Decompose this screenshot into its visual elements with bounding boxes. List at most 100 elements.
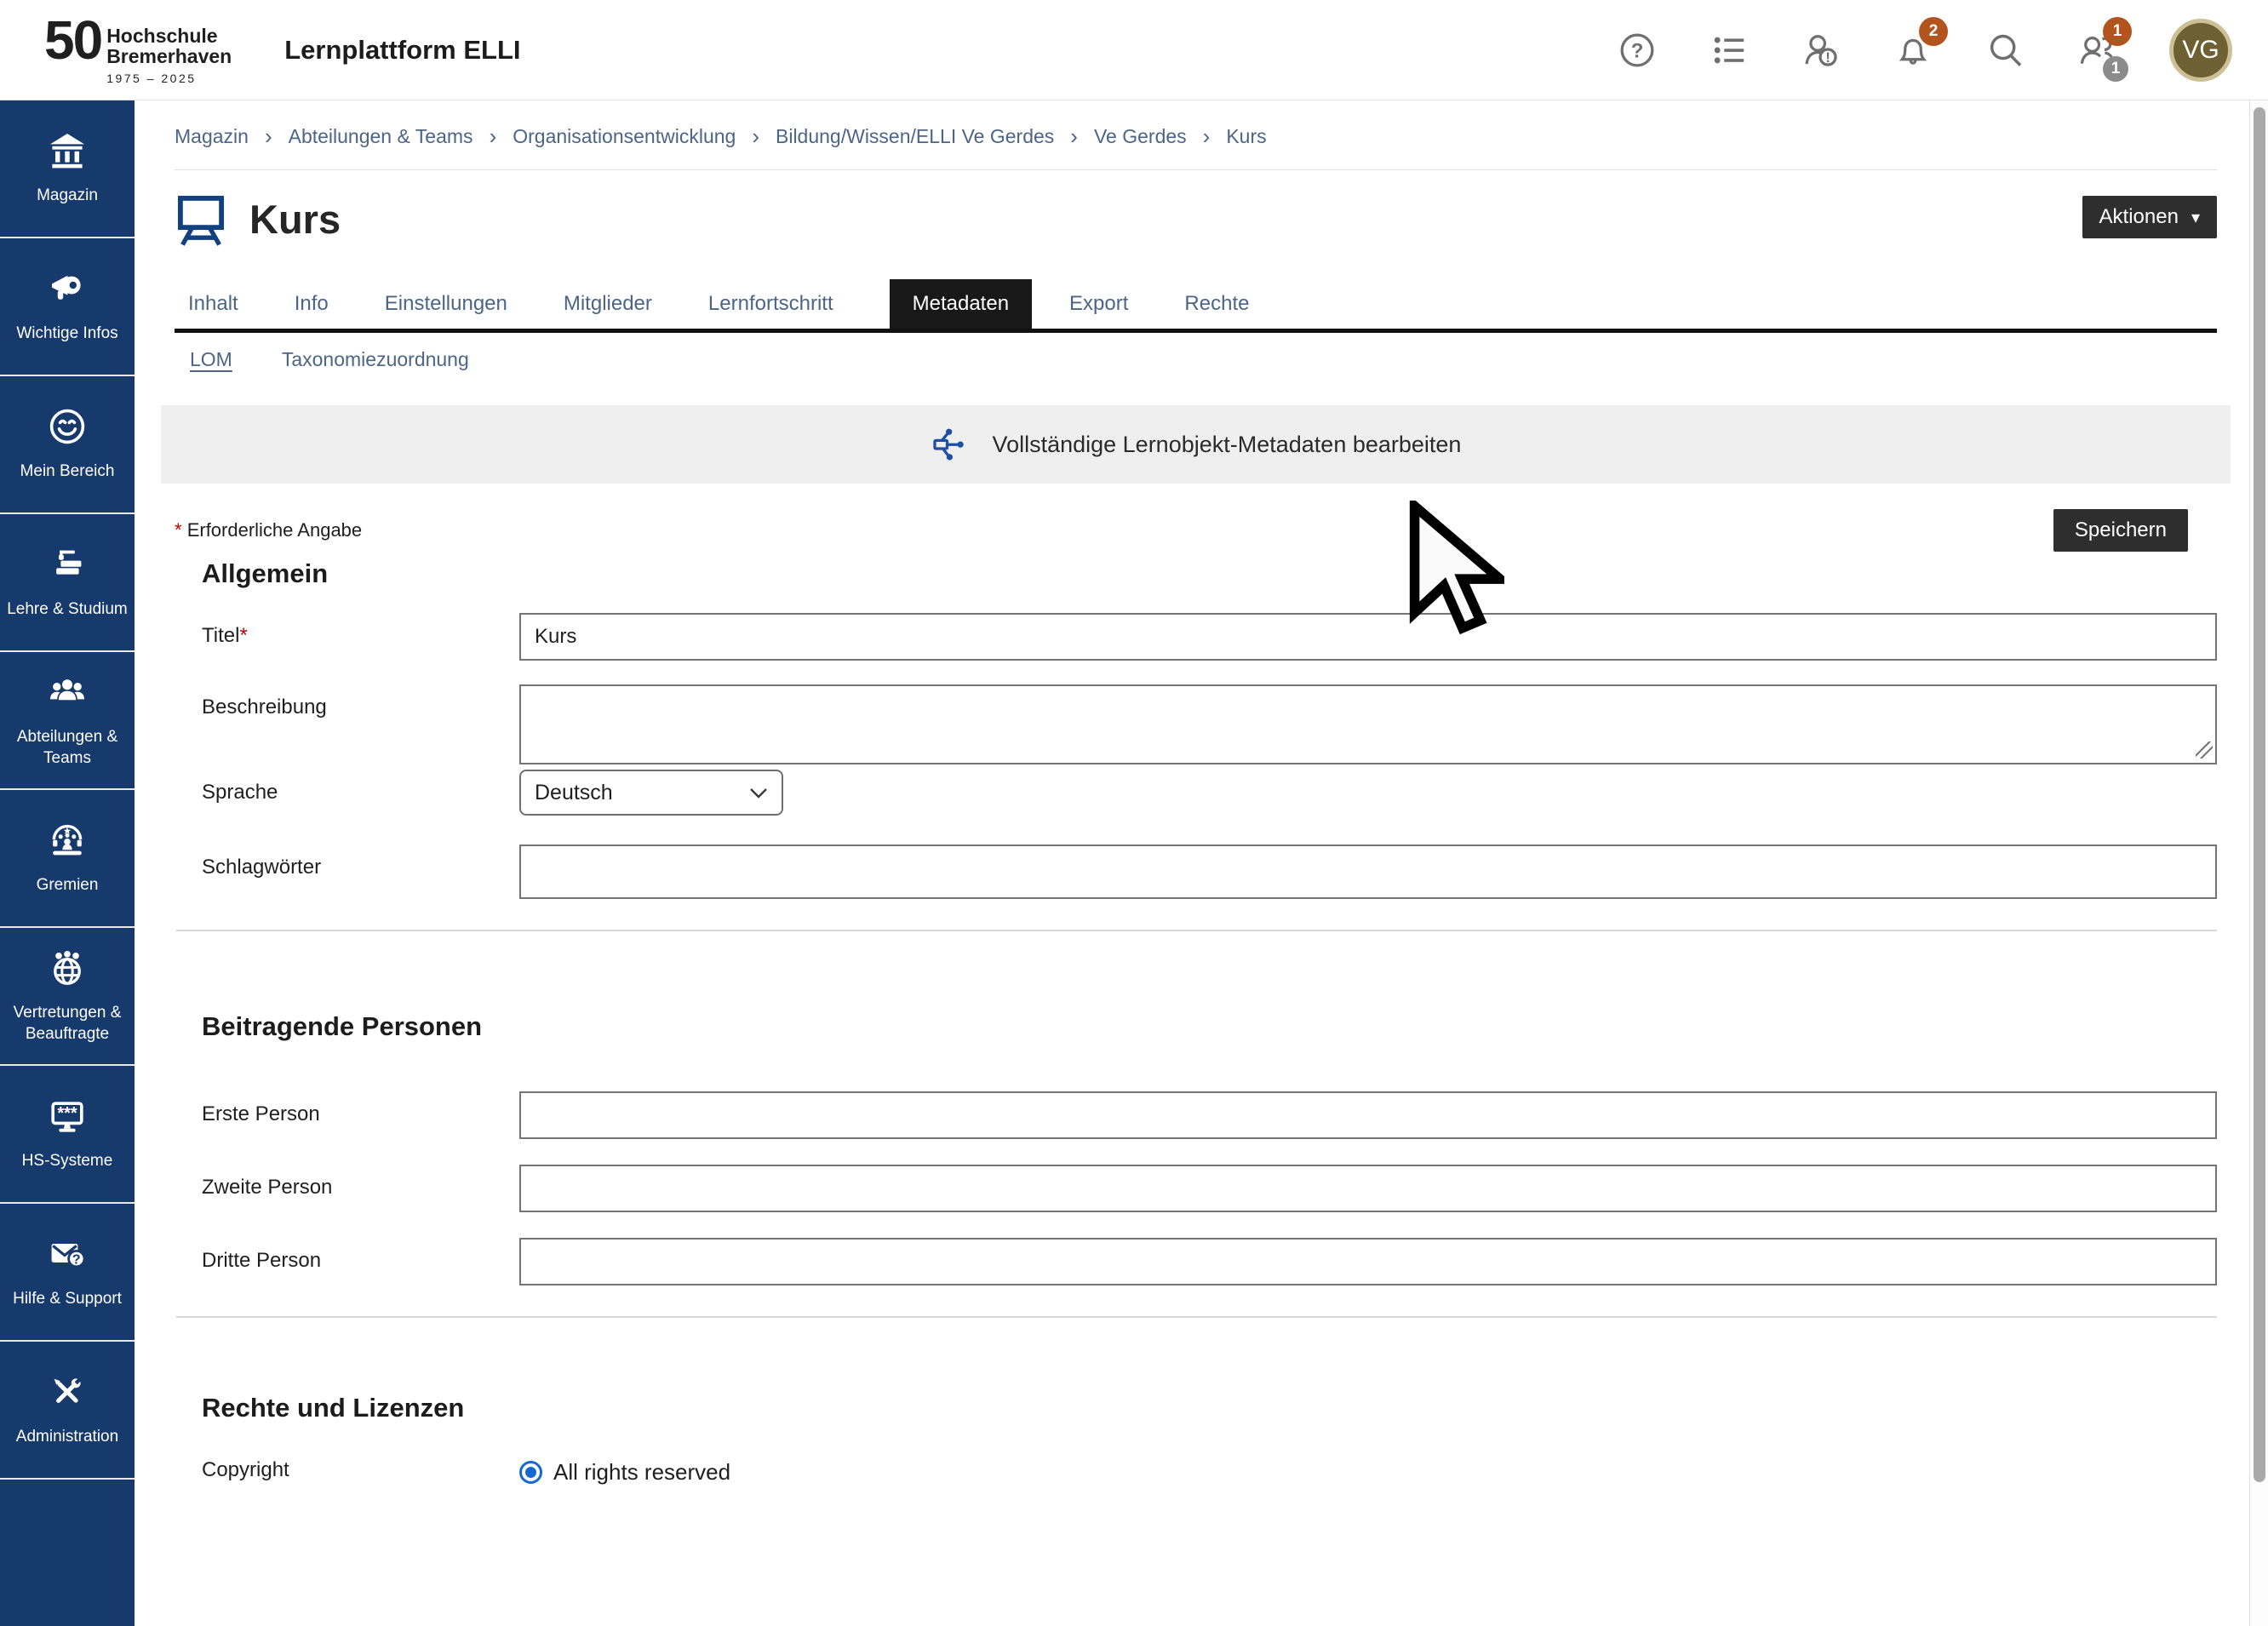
tab-export[interactable]: Export	[1069, 279, 1128, 329]
zweite-person-input[interactable]	[519, 1165, 2217, 1212]
tab-metadaten[interactable]: Metadaten	[890, 279, 1032, 329]
tab-lernfortschritt[interactable]: Lernfortschritt	[708, 279, 833, 329]
sidebar-item-hilfe-support[interactable]: ? Hilfe & Support	[0, 1204, 135, 1342]
sidebar-item-mein-bereich[interactable]: Mein Bereich	[0, 376, 135, 514]
tools-icon	[47, 1371, 88, 1417]
section-heading-allgemein: Allgemein	[175, 558, 2217, 589]
sprache-label: Sprache	[175, 770, 519, 804]
breadcrumb-bildung-wissen[interactable]: Bildung/Wissen/ELLI Ve Gerdes	[776, 125, 1054, 148]
save-button[interactable]: Speichern	[2053, 509, 2188, 552]
sidebar-item-lehre-studium[interactable]: Lehre & Studium	[0, 514, 135, 652]
sidebar-item-label: Administration	[14, 1427, 121, 1447]
breadcrumb-kurs[interactable]: Kurs	[1226, 125, 1266, 148]
actions-button[interactable]: Aktionen ▾	[2082, 196, 2217, 238]
copyright-radio-all-rights-reserved[interactable]	[519, 1461, 542, 1484]
main-content: Magazin › Abteilungen & Teams › Organisa…	[135, 0, 2268, 1486]
edit-full-metadata-banner[interactable]: Vollständige Lernobjekt-Metadaten bearbe…	[161, 405, 2231, 484]
sprache-select[interactable]: Deutsch	[519, 770, 783, 816]
chevron-right-icon: ›	[490, 123, 497, 150]
schlagwoerter-label: Schlagwörter	[175, 844, 519, 879]
sidebar-item-label: Magazin	[34, 186, 100, 206]
form-row-titel: Titel*	[175, 613, 2217, 661]
sidebar-item-hs-systeme[interactable]: *** HS-Systeme	[0, 1066, 135, 1204]
banner-label: Vollständige Lernobjekt-Metadaten bearbe…	[993, 432, 1462, 458]
notifications-bell-icon[interactable]: 2	[1893, 31, 1933, 70]
user-status-icon[interactable]: !	[1801, 31, 1841, 70]
titel-input[interactable]	[519, 613, 2217, 661]
beschreibung-textarea[interactable]	[519, 684, 2217, 764]
tab-info[interactable]: Info	[295, 279, 329, 329]
required-save-row: * Erforderliche Angabe Speichern	[175, 509, 2217, 552]
breadcrumb-organisationsentwicklung[interactable]: Organisationsentwicklung	[513, 125, 736, 148]
avatar[interactable]: VG	[2169, 19, 2232, 82]
breadcrumb-abteilungen-teams[interactable]: Abteilungen & Teams	[289, 125, 473, 148]
course-board-icon	[175, 191, 227, 247]
logo-name-line1: Hochschule	[106, 26, 232, 47]
form-row-schlagwoerter: Schlagwörter	[175, 844, 2217, 899]
app-title: Lernplattform ELLI	[284, 35, 520, 66]
form-row-beschreibung: Beschreibung	[175, 684, 2217, 764]
copyright-label: Copyright	[175, 1447, 519, 1482]
page-title: Kurs	[249, 196, 341, 243]
sidebar-filler	[0, 1480, 135, 1626]
sidebar-item-label: Vertretungen & Beauftragte	[0, 1003, 135, 1045]
sidebar-item-vertretungen[interactable]: Vertretungen & Beauftragte	[0, 928, 135, 1066]
caret-down-icon: ▾	[2191, 207, 2200, 228]
chevron-right-icon: ›	[1070, 123, 1078, 150]
vertical-scrollbar-track[interactable]	[2249, 100, 2268, 1626]
sidebar-item-label: Wichtige Infos	[14, 323, 120, 344]
sprache-selected-value: Deutsch	[535, 781, 613, 805]
dritte-person-input[interactable]	[519, 1238, 2217, 1285]
subtab-taxonomiezuordnung[interactable]: Taxonomiezuordnung	[282, 348, 469, 371]
sidebar-item-abteilungen-teams[interactable]: Abteilungen & Teams	[0, 652, 135, 790]
smiley-icon	[47, 406, 88, 451]
sidebar-item-gremien[interactable]: Gremien	[0, 790, 135, 928]
svg-text:!: !	[1825, 50, 1830, 66]
sidebar-item-label: HS-Systeme	[20, 1151, 116, 1171]
erste-person-input[interactable]	[519, 1091, 2217, 1139]
contacts-icon[interactable]: 1 1	[2077, 31, 2116, 70]
tab-inhalt[interactable]: Inhalt	[188, 279, 238, 329]
svg-text:***: ***	[57, 1105, 77, 1124]
required-asterisk: *	[239, 624, 247, 647]
sub-tab-bar: LOM Taxonomiezuordnung	[175, 348, 2217, 371]
header-actions: ? ! 2	[1618, 19, 2232, 82]
breadcrumb-ve-gerdes[interactable]: Ve Gerdes	[1094, 125, 1187, 148]
contacts-badge-top: 1	[2103, 17, 2132, 46]
breadcrumb-magazin[interactable]: Magazin	[175, 125, 249, 148]
copyright-radio-label: All rights reserved	[553, 1459, 730, 1486]
logo-years: 1975 – 2025	[106, 72, 232, 85]
chevron-right-icon: ›	[752, 123, 759, 150]
help-icon[interactable]: ?	[1618, 31, 1657, 70]
tab-rechte[interactable]: Rechte	[1184, 279, 1249, 329]
subtab-lom[interactable]: LOM	[190, 348, 232, 371]
search-icon[interactable]	[1985, 31, 2025, 70]
logo-name-line2: Bremerhaven	[106, 47, 232, 67]
chevron-right-icon: ›	[1203, 123, 1211, 150]
notifications-badge: 2	[1919, 17, 1948, 46]
monitor-icon: ***	[47, 1096, 88, 1141]
required-asterisk: *	[175, 519, 182, 541]
people-group-icon	[47, 672, 88, 717]
sidebar-item-magazin[interactable]: Magazin	[0, 100, 135, 238]
zweite-person-label: Zweite Person	[175, 1165, 519, 1199]
main-sidebar: Magazin Wichtige Infos Mein Bereich	[0, 100, 135, 1626]
vertical-scrollbar-thumb[interactable]	[2254, 107, 2265, 1482]
section-divider	[176, 1316, 2217, 1318]
tab-mitglieder[interactable]: Mitglieder	[564, 279, 652, 329]
sidebar-item-wichtige-infos[interactable]: Wichtige Infos	[0, 238, 135, 376]
assembly-icon	[47, 820, 88, 865]
top-header: 50 Hochschule Bremerhaven 1975 – 2025 Le…	[0, 0, 2268, 100]
todo-list-icon[interactable]	[1710, 31, 1749, 70]
tab-einstellungen[interactable]: Einstellungen	[385, 279, 507, 329]
building-icon	[47, 130, 88, 175]
required-note: * Erforderliche Angabe	[175, 519, 362, 541]
sidebar-item-administration[interactable]: Administration	[0, 1342, 135, 1480]
section-heading-rechte: Rechte und Lizenzen	[175, 1393, 2217, 1423]
form-row-erste-person: Erste Person	[175, 1091, 2217, 1139]
tab-bar: Inhalt Info Einstellungen Mitglieder Ler…	[175, 279, 2217, 333]
resize-grip-icon[interactable]	[2196, 741, 2213, 759]
chevron-right-icon: ›	[265, 123, 272, 150]
schlagwoerter-input[interactable]	[519, 844, 2217, 899]
contacts-badge-bottom: 1	[2103, 56, 2128, 82]
